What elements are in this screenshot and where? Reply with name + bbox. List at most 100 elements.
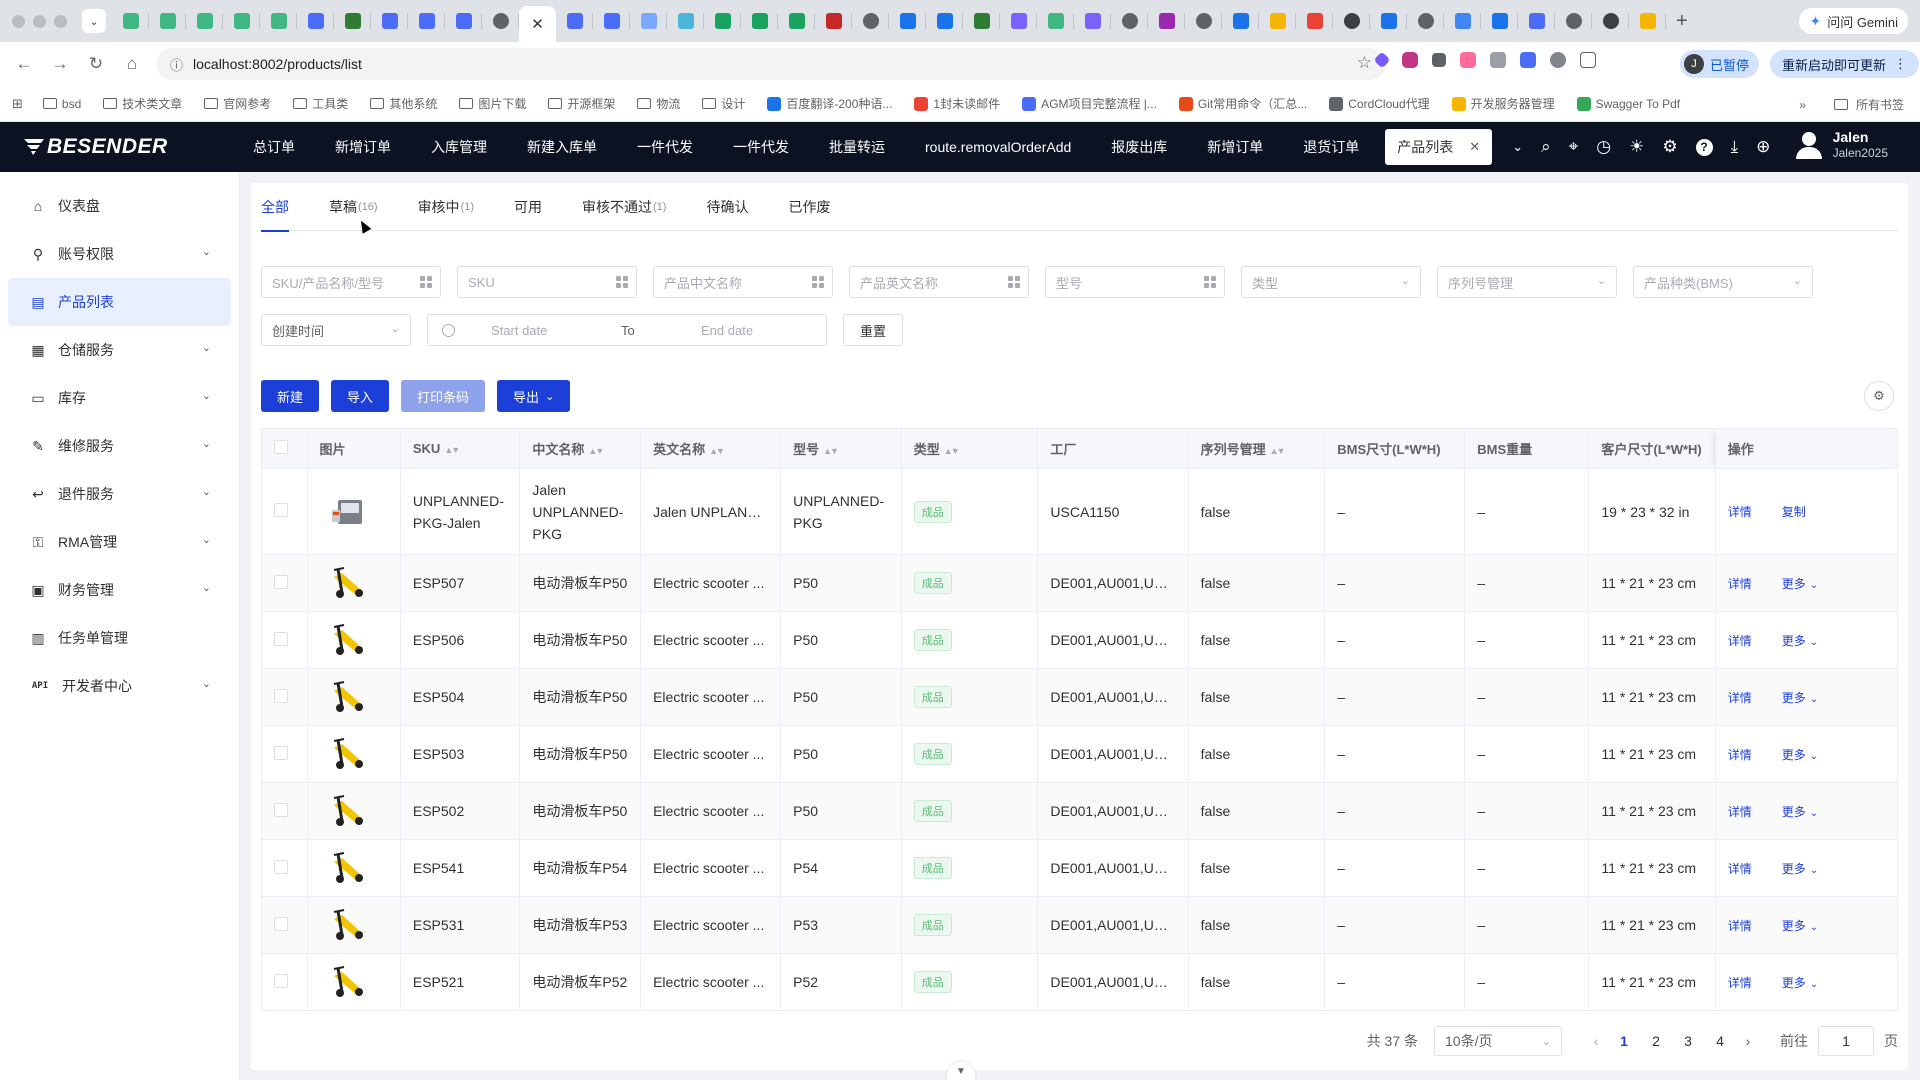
row-checkbox[interactable] bbox=[274, 745, 288, 760]
status-tab[interactable]: 草稿 (16) bbox=[329, 183, 378, 231]
location-icon[interactable]: ⌖ bbox=[1569, 137, 1579, 157]
extension-diamond-icon[interactable] bbox=[1373, 51, 1391, 69]
row-checkbox[interactable] bbox=[274, 631, 288, 646]
bookmark-item[interactable]: 百度翻译-200种语... bbox=[767, 95, 892, 112]
bms-category-select[interactable]: 产品种类(BMS) ⌄ bbox=[1633, 266, 1813, 298]
row-checkbox[interactable] bbox=[274, 574, 288, 589]
app-tab[interactable]: 入库管理 bbox=[411, 122, 507, 172]
product-thumbnail[interactable] bbox=[328, 905, 368, 945]
bookmark-item[interactable]: 开源框架 bbox=[548, 95, 615, 112]
browser-tab[interactable] bbox=[149, 0, 186, 42]
reset-button[interactable]: 重置 bbox=[843, 314, 903, 346]
serial-select[interactable]: 序列号管理 ⌄ bbox=[1437, 266, 1617, 298]
bookmark-item[interactable]: AGM项目完整流程 |... bbox=[1022, 95, 1157, 112]
browser-tab[interactable] bbox=[667, 0, 704, 42]
browser-tab[interactable] bbox=[593, 0, 630, 42]
status-tab[interactable]: 审核不通过 (1) bbox=[582, 183, 666, 231]
close-tab-icon[interactable]: ✕ bbox=[1469, 139, 1480, 155]
new-button[interactable]: 新建 bbox=[261, 380, 320, 412]
browser-tab[interactable] bbox=[1555, 0, 1592, 42]
app-tab[interactable]: 退货订单 bbox=[1283, 122, 1379, 172]
close-window-button[interactable] bbox=[12, 14, 25, 28]
browser-tab[interactable] bbox=[1407, 0, 1444, 42]
browser-tab[interactable] bbox=[1629, 0, 1666, 42]
bookmark-item[interactable]: bsd bbox=[42, 97, 81, 111]
kebab-menu-icon[interactable]: ⋮ bbox=[1894, 56, 1907, 72]
extensions-puzzle-icon[interactable] bbox=[1580, 52, 1596, 68]
table-row[interactable]: ESP541 电动滑板车P54 Electric scooter ... P54 成品 D… bbox=[261, 839, 1899, 897]
help-icon[interactable]: ? bbox=[1695, 138, 1713, 156]
bookmark-item[interactable]: 1封未读邮件 bbox=[914, 95, 1000, 112]
import-button[interactable]: 导入 bbox=[331, 380, 390, 412]
browser-tab[interactable] bbox=[445, 0, 482, 42]
apps-grid-icon[interactable]: ⊞ bbox=[12, 96, 23, 112]
product-thumbnail[interactable] bbox=[328, 734, 368, 774]
more-dropdown[interactable]: 更多 ⌄ bbox=[1782, 862, 1818, 876]
bookmark-item[interactable]: CordCloud代理 bbox=[1329, 95, 1430, 112]
site-info-icon[interactable]: ⓘ bbox=[170, 55, 183, 74]
browser-tab[interactable] bbox=[408, 0, 445, 42]
app-tab[interactable]: 一件代发 bbox=[617, 122, 713, 172]
restart-update-button[interactable]: 重新启动即可更新 ⋮ bbox=[1770, 50, 1920, 78]
sidebar-item[interactable]: ⌂ 仪表盘 bbox=[8, 182, 231, 230]
app-tab[interactable]: 一件代发 bbox=[713, 122, 809, 172]
browser-tab[interactable] bbox=[741, 0, 778, 42]
browser-tab[interactable] bbox=[1481, 0, 1518, 42]
detail-link[interactable]: 详情 bbox=[1728, 919, 1752, 933]
bookmark-item[interactable]: Git常用命令（汇总... bbox=[1178, 95, 1307, 112]
table-row[interactable]: ESP504 电动滑板车P50 Electric scooter ... P50 成品 D… bbox=[261, 668, 1899, 726]
select-all-checkbox[interactable] bbox=[274, 440, 288, 454]
back-icon[interactable]: ← bbox=[6, 54, 42, 74]
browser-tab[interactable] bbox=[1222, 0, 1259, 42]
detail-link[interactable]: 详情 bbox=[1728, 577, 1752, 591]
app-tab[interactable]: 新建入库单 bbox=[507, 122, 617, 172]
more-dropdown[interactable]: 更多 ⌄ bbox=[1782, 919, 1818, 933]
row-checkbox[interactable] bbox=[274, 973, 288, 988]
row-checkbox[interactable] bbox=[274, 802, 288, 817]
sidebar-item[interactable]: ⚿ RMA管理 ⌄ bbox=[8, 518, 231, 566]
column-header[interactable]: 英文名称 ▲▼ bbox=[640, 428, 782, 469]
app-logo[interactable]: BESENDER bbox=[0, 135, 215, 159]
browser-tab[interactable] bbox=[963, 0, 1000, 42]
product-thumbnail[interactable] bbox=[328, 848, 368, 888]
browser-tab[interactable] bbox=[112, 0, 149, 42]
table-row[interactable]: ESP531 电动滑板车P53 Electric scooter ... P53 成品 D… bbox=[261, 896, 1899, 954]
sku-input[interactable]: SKU bbox=[457, 266, 637, 298]
search-icon[interactable]: ⌕ bbox=[1541, 137, 1551, 157]
minimize-window-button[interactable] bbox=[33, 14, 46, 28]
app-tab[interactable]: 报废出库 bbox=[1091, 122, 1187, 172]
table-row[interactable]: ESP506 电动滑板车P50 Electric scooter ... P50 成品 D… bbox=[261, 611, 1899, 669]
row-checkbox[interactable] bbox=[274, 688, 288, 703]
new-tab-button[interactable]: + bbox=[1676, 10, 1688, 33]
product-thumbnail[interactable] bbox=[328, 563, 368, 603]
browser-tab[interactable] bbox=[1592, 0, 1629, 42]
print-barcode-button[interactable]: 打印条码 bbox=[401, 380, 486, 412]
bookmark-item[interactable]: 技术类文章 bbox=[103, 95, 182, 112]
bookmark-item[interactable]: 开发服务器管理 bbox=[1451, 95, 1555, 112]
browser-tab[interactable] bbox=[1333, 0, 1370, 42]
page-number[interactable]: 3 bbox=[1672, 1033, 1704, 1049]
browser-tab[interactable] bbox=[482, 0, 519, 42]
table-row[interactable]: ESP502 电动滑板车P50 Electric scooter ... P50 成品 D… bbox=[261, 782, 1899, 840]
detail-link[interactable]: 详情 bbox=[1728, 505, 1752, 519]
status-tab[interactable]: 待确认 bbox=[706, 183, 748, 231]
sort-icon[interactable]: ▲▼ bbox=[709, 446, 725, 456]
clock-icon[interactable]: ◷ bbox=[1596, 137, 1611, 157]
batch-input-icon[interactable] bbox=[812, 276, 824, 288]
batch-input-icon[interactable] bbox=[1008, 276, 1020, 288]
tab-search-button[interactable]: ⌄ bbox=[82, 9, 106, 33]
browser-tab[interactable] bbox=[297, 0, 334, 42]
download-icon[interactable]: ⤓ bbox=[1731, 137, 1739, 157]
bookmarks-overflow-icon[interactable]: » bbox=[1799, 98, 1806, 112]
time-field-select[interactable]: 创建时间 ⌄ bbox=[261, 314, 411, 346]
page-size-select[interactable]: 10条/页 ⌄ bbox=[1434, 1026, 1562, 1056]
product-thumbnail[interactable] bbox=[328, 677, 368, 717]
extension-openai-icon[interactable] bbox=[1550, 52, 1566, 68]
table-row[interactable]: ESP503 电动滑板车P50 Electric scooter ... P50 成品 D… bbox=[261, 725, 1899, 783]
browser-tab[interactable] bbox=[778, 0, 815, 42]
goto-page-input[interactable]: 1 bbox=[1818, 1026, 1874, 1056]
product-thumbnail[interactable] bbox=[328, 620, 368, 660]
home-icon[interactable]: ⌂ bbox=[114, 54, 150, 74]
sidebar-item[interactable]: ▦ 仓储服务 ⌄ bbox=[8, 326, 231, 374]
sku-name-model-input[interactable]: SKU/产品名称/型号 bbox=[261, 266, 441, 298]
